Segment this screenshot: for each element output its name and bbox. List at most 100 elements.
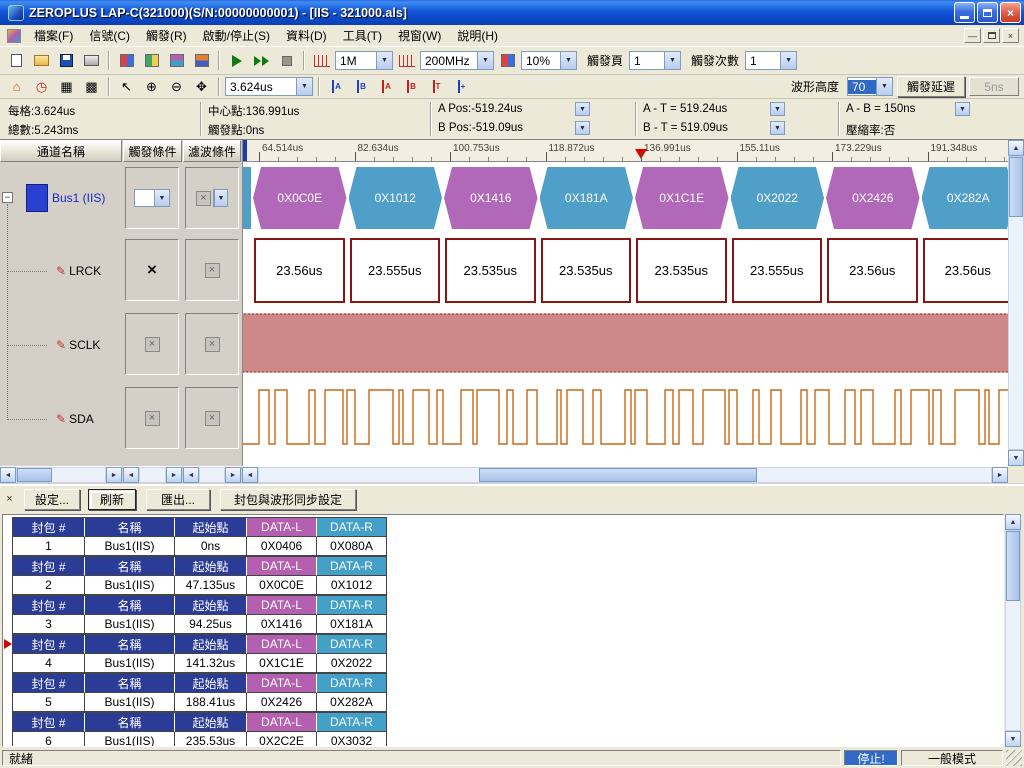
lrck-filter-cell[interactable]: × (185, 239, 239, 301)
bus-segment[interactable]: 0X282A (922, 167, 1009, 229)
filter-combo[interactable]: ▼ (213, 189, 228, 207)
scroll-left-icon[interactable]: ◄ (123, 467, 139, 483)
select-cursor-button[interactable]: ↖ (115, 76, 138, 97)
waveform-display[interactable]: 64.514us82.634us100.753us118.872us136.99… (242, 140, 1008, 466)
menu-item[interactable]: 工具(T) (335, 24, 390, 47)
trigger-setup-button[interactable] (165, 50, 188, 71)
packet-data-row[interactable]: 6Bus1(IIS)235.53us0X2C2E0X3032 (13, 732, 387, 747)
new-file-button[interactable] (5, 50, 28, 71)
chevron-down-icon[interactable]: ▼ (876, 78, 892, 95)
close-button[interactable]: × (1000, 2, 1021, 23)
packet-data-row[interactable]: 3Bus1(IIS)94.25us0X14160X181A (13, 615, 387, 634)
compress-view-button[interactable]: ▩ (80, 76, 103, 97)
sampling-setup-button[interactable] (115, 50, 138, 71)
bus-color-box[interactable] (26, 184, 48, 212)
sclk-filter-cell[interactable]: × (185, 313, 239, 375)
filter-column-hscrollbar[interactable]: ◄ ► (183, 466, 241, 483)
home-view-button[interactable]: ⌂ (5, 76, 28, 97)
goto-trigger-bar-button[interactable]: T (425, 76, 448, 97)
channel-item-sda[interactable]: ✎ SDA (56, 412, 94, 426)
packet-wave-sync-button[interactable]: 封包與波形同步設定 (220, 489, 356, 510)
wave-height-select[interactable]: 70 ▼ (847, 77, 893, 96)
packet-data-row[interactable]: 1Bus1(IIS)0ns0X04060X080A (13, 537, 387, 556)
memory-depth-button[interactable] (310, 50, 333, 71)
scroll-right-icon[interactable]: ► (992, 467, 1008, 483)
scrollbar-thumb[interactable] (479, 468, 757, 482)
packet-settings-button[interactable]: 設定... (24, 489, 80, 510)
goto-b-bar-button[interactable]: B (400, 76, 423, 97)
a-pos-dropdown[interactable]: ▼ (575, 102, 590, 116)
tree-expander[interactable]: − (2, 192, 13, 203)
stop-button[interactable] (275, 50, 298, 71)
scrollbar-track[interactable] (16, 467, 106, 483)
sample-rate-select[interactable]: 200MHz ▼ (420, 51, 494, 70)
menu-item[interactable]: 啟動/停止(S) (195, 24, 278, 47)
bus-segment[interactable]: 0X181A (540, 167, 634, 229)
analyzer-setup-button[interactable] (190, 50, 213, 71)
a-t-dropdown[interactable]: ▼ (770, 102, 785, 116)
bus-segment[interactable]: 0X1416 (444, 167, 538, 229)
packet-table[interactable]: 封包 #名稱起始點DATA-LDATA-R1Bus1(IIS)0ns0X0406… (2, 514, 1004, 747)
add-bar-button[interactable]: + (450, 76, 473, 97)
hand-pan-button[interactable]: ✥ (190, 76, 213, 97)
chevron-down-icon[interactable]: ▼ (477, 52, 493, 69)
waveform-vertical-scrollbar[interactable]: ▲ ▼ (1008, 140, 1024, 466)
repeat-run-button[interactable] (250, 50, 273, 71)
chevron-down-icon[interactable]: ▼ (154, 190, 169, 206)
goto-a-bar-button[interactable]: A (375, 76, 398, 97)
show-all-data-button[interactable]: ▦ (55, 76, 78, 97)
mdi-restore-button[interactable] (983, 28, 1000, 43)
bus-segment[interactable]: 0X2022 (731, 167, 825, 229)
scroll-right-icon[interactable]: ► (106, 467, 122, 483)
packet-vertical-scrollbar[interactable]: ▲ ▼ (1005, 514, 1021, 747)
zoom-in-button[interactable]: ⊕ (140, 76, 163, 97)
packet-refresh-button[interactable]: 刷新 (88, 489, 136, 510)
scroll-left-icon[interactable]: ◄ (183, 467, 199, 483)
menu-item[interactable]: 說明(H) (449, 24, 506, 47)
trigger-delay-button[interactable]: 觸發延遲 (897, 76, 965, 97)
trigger-position-select[interactable]: 10% ▼ (521, 51, 577, 70)
scrollbar-thumb[interactable] (17, 468, 52, 482)
scroll-down-icon[interactable]: ▼ (1008, 450, 1024, 466)
chevron-down-icon[interactable]: ▼ (664, 52, 680, 69)
scroll-left-icon[interactable]: ◄ (0, 467, 16, 483)
b-pos-dropdown[interactable]: ▼ (575, 121, 590, 135)
mdi-close-button[interactable]: × (1002, 28, 1019, 43)
packet-export-button[interactable]: 匯出... (146, 489, 210, 510)
scrollbar-track[interactable] (139, 467, 166, 483)
channel-item-sclk[interactable]: ✎ SCLK (56, 338, 100, 352)
scrollbar-track[interactable] (199, 467, 225, 483)
chevron-down-icon[interactable]: ▼ (296, 78, 312, 95)
channel-item-lrck[interactable]: ✎ LRCK (56, 264, 101, 278)
sclk-trigger-cell[interactable]: × (125, 313, 179, 375)
bus-name-label[interactable]: Bus1 (IIS) (52, 191, 105, 205)
a-b-dropdown[interactable]: ▼ (955, 102, 970, 116)
scroll-down-icon[interactable]: ▼ (1005, 731, 1021, 747)
resize-grip[interactable] (1006, 750, 1022, 766)
packet-data-row[interactable]: 2Bus1(IIS)47.135us0X0C0E0X1012 (13, 576, 387, 595)
lrck-trigger-cell[interactable]: × (125, 239, 179, 301)
scroll-up-icon[interactable]: ▲ (1005, 514, 1021, 530)
scrollbar-thumb[interactable] (1006, 531, 1020, 601)
chevron-down-icon[interactable]: ▼ (214, 190, 227, 206)
scroll-left-icon[interactable]: ◄ (242, 467, 258, 483)
scrollbar-thumb[interactable] (1009, 157, 1023, 217)
bus-segment[interactable]: 0X2426 (826, 167, 920, 229)
trigger-count-select[interactable]: 1 ▼ (745, 51, 797, 70)
time-scale-select[interactable]: 3.624us ▼ (225, 77, 313, 96)
minimize-button[interactable] (954, 2, 975, 23)
scroll-up-icon[interactable]: ▲ (1008, 140, 1024, 156)
packet-data-row[interactable]: 5Bus1(IIS)188.41us0X24260X282A (13, 693, 387, 712)
restore-button[interactable] (977, 2, 998, 23)
packet-data-row[interactable]: 4Bus1(IIS)141.32us0X1C1E0X2022 (13, 654, 387, 673)
bus-filter-cell[interactable]: × ▼ (185, 167, 239, 229)
zoom-out-button[interactable]: ⊖ (165, 76, 188, 97)
chevron-down-icon[interactable]: ▼ (376, 52, 392, 69)
menu-item[interactable]: 檔案(F) (26, 24, 81, 47)
ruler[interactable]: 64.514us82.634us100.753us118.872us136.99… (243, 140, 1008, 162)
place-b-bar-button[interactable]: B (350, 76, 373, 97)
menu-item[interactable]: 視窗(W) (390, 24, 449, 47)
chevron-down-icon[interactable]: ▼ (780, 52, 796, 69)
menu-item[interactable]: 資料(D) (278, 24, 335, 47)
scrollbar-track[interactable] (258, 467, 992, 483)
